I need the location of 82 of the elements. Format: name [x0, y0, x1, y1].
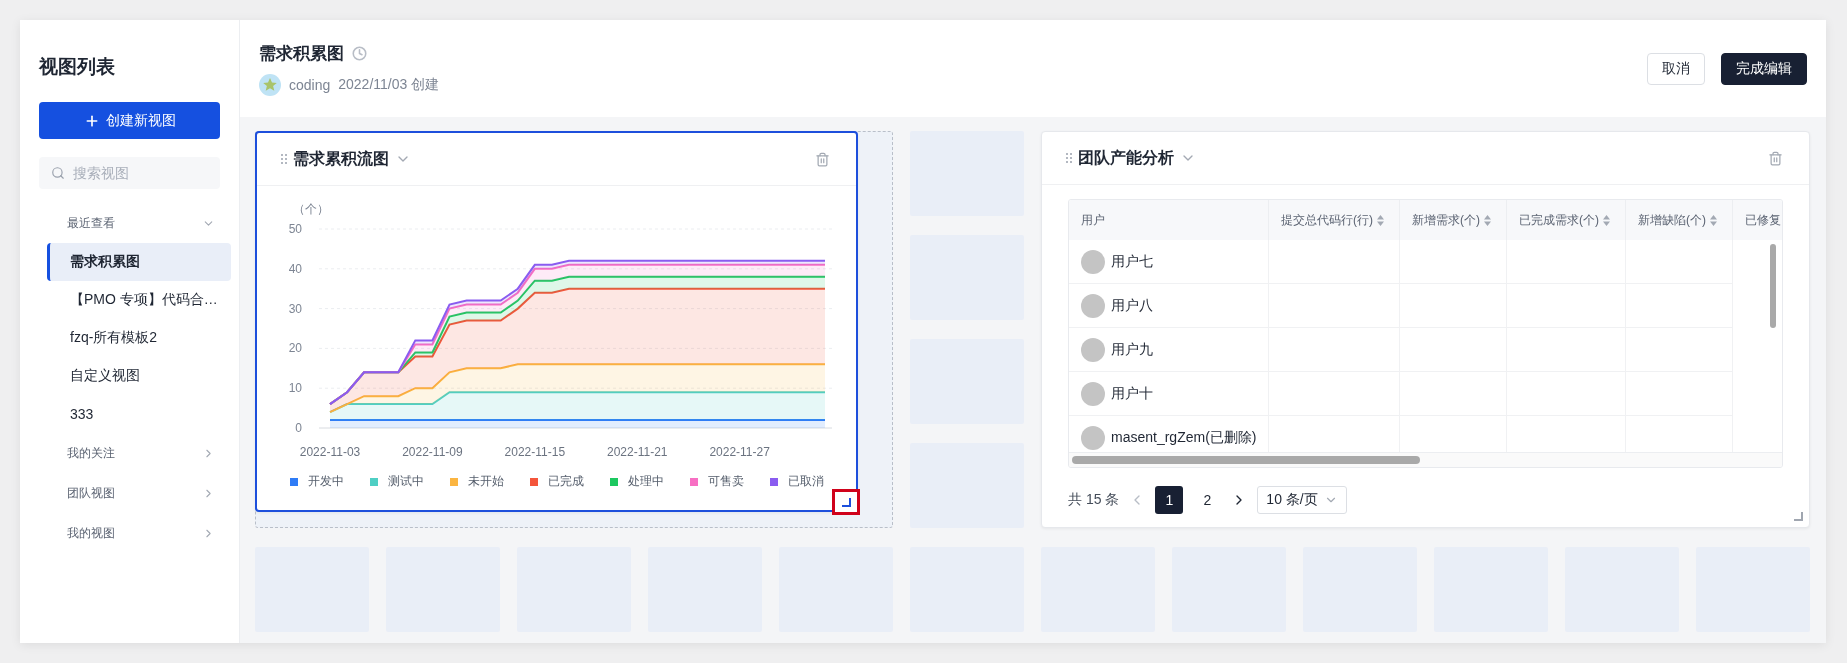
sidebar-item[interactable]: fzq-所有模板2 [47, 319, 231, 357]
y-axis-unit: （个） [293, 202, 329, 216]
legend-label: 未开始 [467, 473, 504, 490]
x-tick-label: 2022-11-15 [504, 445, 566, 459]
legend-label: 处理中 [627, 473, 664, 490]
star-avatar-icon [259, 73, 281, 96]
legend-label: 开发中 [307, 473, 344, 490]
legend-label: 已完成 [547, 473, 584, 490]
legend-label: 可售卖 [707, 473, 744, 490]
section-header[interactable]: 团队视图 [20, 473, 239, 513]
chart-card[interactable]: 需求累积流图 （个） 0 10 20 30 40 50 2022-11-03 2022-11-09 2022-11-15 2022-11-21 2022-11-27 开发中 测试中 未开始 已完成 处理中 可售卖 已取消 [255, 131, 858, 512]
y-tick-label: 20 [288, 341, 302, 356]
y-tick-label: 10 [288, 381, 302, 396]
x-tick-label: 2022-11-03 [299, 445, 361, 459]
resize-handle[interactable] [1794, 512, 1803, 521]
avatar [1081, 337, 1105, 362]
column-header-label: 提交总代码行(行) [1281, 211, 1373, 229]
column-header-label: 已完成需求(个) [1519, 211, 1599, 229]
y-tick-label: 30 [288, 301, 302, 316]
search-input[interactable]: 搜索视图 [71, 164, 215, 182]
x-tick-label: 2022-11-21 [607, 445, 668, 459]
section-header[interactable]: 我的视图 [20, 513, 239, 553]
column-header[interactable]: 新增缺陷(个) [1626, 200, 1733, 240]
x-tick-label: 2022-11-27 [709, 445, 770, 459]
clock-icon[interactable] [352, 45, 367, 61]
finish-button[interactable]: 完成编辑 [1721, 52, 1807, 85]
search-icon [51, 166, 65, 180]
user-name: 用户八 [1111, 296, 1153, 315]
sort-icon[interactable] [1710, 214, 1717, 226]
column-header[interactable]: 新增需求(个) [1400, 200, 1507, 240]
user-name: 用户七 [1111, 252, 1153, 271]
sort-icon[interactable] [1484, 214, 1491, 226]
user-name: masent_rgZem(已删除) [1111, 428, 1257, 447]
avatar [1081, 249, 1105, 274]
page-size-select[interactable]: 10 条/页 [1257, 486, 1347, 514]
cancel-button[interactable]: 取消 [1647, 52, 1705, 85]
table-card[interactable]: 团队产能分析 用户 提交总代码行(行) 新增需求(个) 已完成需求(个) 新增缺陷(个) 已修复 用户七 用户八 用户九 用户十 masent_rgZem(已删除) 共 15 条 1 2 10 条/页 [1041, 131, 1810, 528]
create-view-button[interactable]: 创建新视图 [39, 102, 220, 139]
sidebar-title: 视图列表 [37, 55, 116, 79]
y-tick-label: 0 [295, 421, 302, 435]
legend-label: 已取消 [787, 473, 824, 490]
search-field[interactable]: 搜索视图 [39, 157, 220, 189]
x-tick-label: 2022-11-09 [402, 445, 463, 459]
sidebar-item[interactable]: 【PMO 专项】代码合… [47, 281, 231, 319]
column-header-label: 已修复 [1745, 211, 1781, 229]
column-header-label: 新增需求(个) [1412, 211, 1480, 229]
column-header[interactable]: 已完成需求(个) [1507, 200, 1626, 240]
drag-handle-icon[interactable] [1066, 152, 1072, 164]
author-name: coding [289, 76, 331, 93]
trash-icon[interactable] [1768, 150, 1783, 166]
horizontal-scrollbar[interactable] [1069, 452, 1782, 467]
sort-icon[interactable] [1377, 214, 1384, 226]
legend-label: 测试中 [387, 473, 424, 490]
sort-icon[interactable] [1603, 214, 1610, 226]
avatar [1081, 381, 1105, 406]
column-header[interactable]: 已修复 [1733, 200, 1782, 240]
vertical-scrollbar[interactable] [1770, 244, 1776, 328]
page-button[interactable]: 2 [1193, 486, 1222, 514]
user-name: 用户十 [1111, 384, 1153, 403]
drag-handle-icon[interactable] [281, 153, 287, 165]
table-title: 团队产能分析 [1078, 147, 1174, 168]
trash-icon[interactable] [815, 151, 830, 167]
sidebar-item[interactable]: 333 [47, 395, 231, 433]
y-tick-label: 40 [288, 261, 302, 276]
created-date: 2022/11/03 创建 [338, 75, 440, 94]
column-header-label: 用户 [1081, 211, 1105, 229]
avatar [1081, 425, 1105, 450]
column-header[interactable]: 用户 [1069, 200, 1269, 240]
avatar [1081, 293, 1105, 318]
resize-handle[interactable] [841, 497, 851, 507]
total-count: 共 15 条 [1068, 491, 1120, 509]
y-tick-label: 50 [288, 222, 302, 236]
sidebar-item[interactable]: 需求积累图 [47, 243, 231, 281]
chart-title: 需求累积流图 [293, 148, 389, 169]
page-button[interactable]: 1 [1155, 486, 1184, 514]
section-header[interactable]: 最近查看 [20, 203, 239, 243]
sidebar-item[interactable]: 自定义视图 [47, 357, 231, 395]
page-title: 需求积累图 [259, 42, 344, 65]
user-name: 用户九 [1111, 340, 1153, 359]
section-header[interactable]: 我的关注 [20, 433, 239, 473]
column-header[interactable]: 提交总代码行(行) [1269, 200, 1400, 240]
column-header-label: 新增缺陷(个) [1638, 211, 1706, 229]
